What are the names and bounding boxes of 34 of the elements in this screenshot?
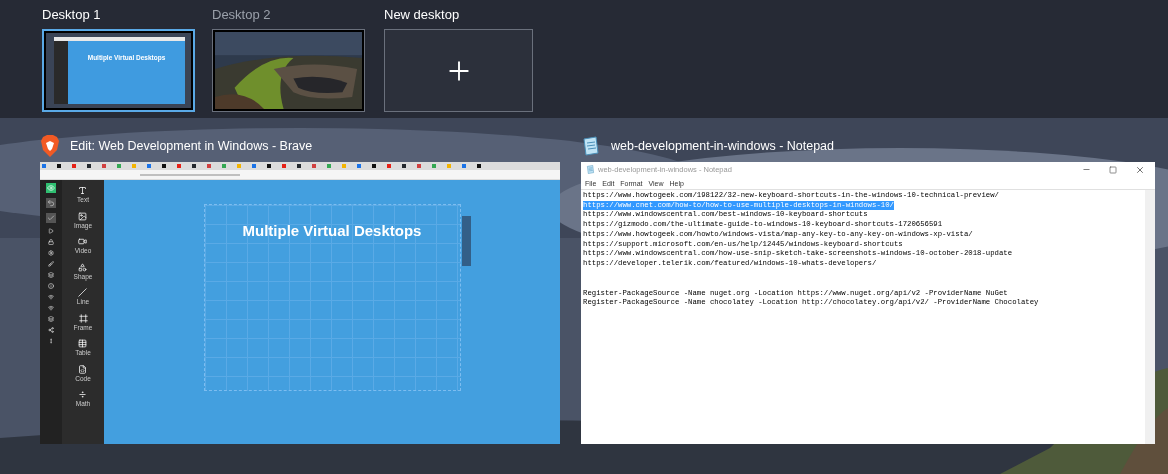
image-icon (78, 211, 88, 221)
desktop-label: Desktop 1 (42, 6, 102, 24)
sidebar-icon[interactable] (48, 261, 54, 267)
sidebar-icon[interactable] (48, 338, 54, 344)
slide-toolbar (462, 216, 471, 266)
line-icon (78, 288, 88, 297)
sidebar-icon[interactable] (48, 316, 54, 322)
editor-sidebar (54, 41, 68, 104)
window-title: Edit: Web Development in Windows - Brave (70, 137, 313, 155)
letter-t-icon (78, 186, 88, 195)
sidebar-icon[interactable] (48, 272, 54, 278)
notepad-icon (581, 136, 601, 156)
scrollbar[interactable] (1145, 190, 1155, 444)
slide-heading: Multiple Virtual Desktops (242, 223, 422, 238)
window-title: web-development-in-windows - Notepad (611, 137, 835, 155)
sidebar-icon[interactable] (48, 305, 54, 311)
sidebar-icon[interactable] (48, 239, 54, 245)
lion-icon (40, 135, 60, 157)
desktop-label: Desktop 2 (212, 6, 272, 24)
divide-icon (78, 390, 88, 399)
new-desktop-button[interactable] (384, 29, 533, 112)
close-icon[interactable] (1135, 164, 1145, 175)
video-camera-icon (78, 237, 88, 246)
notepad-icon (586, 165, 595, 174)
sidebar-icon[interactable] (48, 228, 54, 234)
sidebar-icon[interactable] (48, 283, 54, 289)
sidebar-icon[interactable] (48, 294, 54, 300)
frame-icon (78, 313, 88, 323)
sidebar-icon[interactable] (48, 250, 54, 256)
shapes-icon (78, 262, 88, 272)
table-icon (78, 339, 88, 348)
sidebar-icon[interactable] (48, 327, 54, 333)
code-file-icon (78, 364, 88, 374)
desktop-label: New desktop (384, 6, 461, 24)
